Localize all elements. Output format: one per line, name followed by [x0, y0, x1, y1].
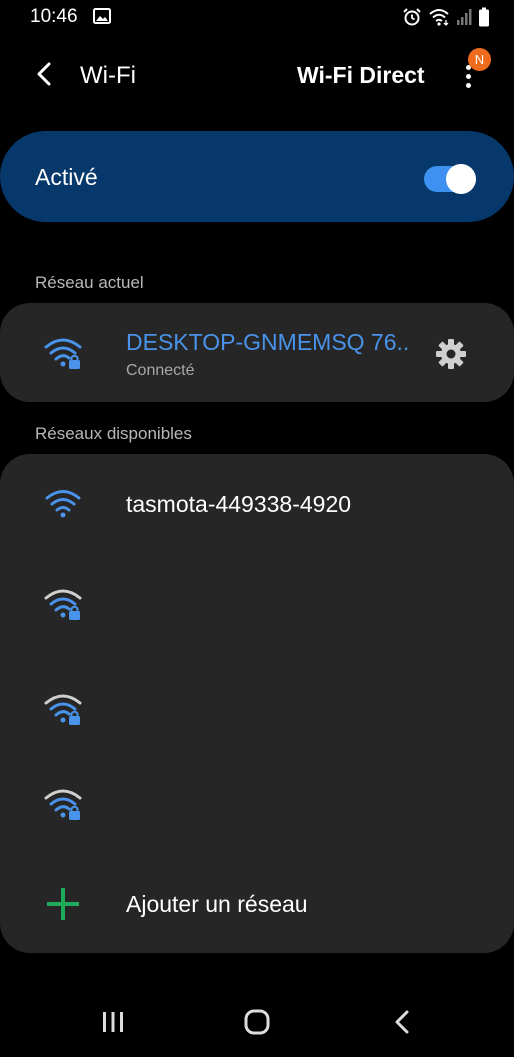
add-network-row[interactable]: Ajouter un réseau [0, 854, 514, 954]
more-dot [466, 83, 471, 88]
current-network-status: Connecté [126, 362, 195, 379]
recent-apps-icon [100, 1010, 126, 1039]
network-row-2[interactable] [0, 554, 514, 654]
battery-icon [478, 7, 490, 32]
wifi-secured-icon [44, 336, 82, 370]
network-row-3[interactable] [0, 659, 514, 759]
chevron-left-icon [34, 61, 54, 92]
wifi-open-icon [44, 487, 82, 521]
page-title: Wi-Fi [80, 62, 136, 89]
network-row-4[interactable] [0, 754, 514, 854]
available-networks-card: tasmota-449338-4920 Ajouter un réseau [0, 454, 514, 953]
back-button[interactable] [26, 58, 62, 94]
app-header: Wi-Fi Wi-Fi Direct [0, 44, 514, 108]
signal-icon [456, 8, 472, 31]
notification-badge: N [468, 48, 491, 71]
status-bar: 10:46 [0, 0, 514, 36]
more-dot [466, 74, 471, 79]
wifi-secured-icon [44, 692, 82, 726]
add-network-label: Ajouter un réseau [126, 891, 308, 917]
recent-apps-button[interactable] [89, 1004, 137, 1044]
back-nav-icon [392, 1009, 412, 1040]
home-button[interactable] [233, 1004, 281, 1044]
navigation-bar [0, 990, 514, 1057]
wifi-secured-icon [44, 787, 82, 821]
image-icon [93, 8, 111, 29]
section-label-current: Réseau actuel [35, 273, 144, 292]
wifi-direct-button[interactable]: Wi-Fi Direct [297, 62, 425, 89]
wifi-secured-icon [44, 587, 82, 621]
alarm-icon [402, 7, 422, 32]
network-name: tasmota-449338-4920 [126, 491, 352, 517]
network-row-1[interactable]: tasmota-449338-4920 [0, 454, 514, 554]
home-icon [243, 1008, 271, 1041]
status-icons [402, 7, 490, 32]
section-label-available: Réseaux disponibles [35, 424, 192, 443]
status-time: 10:46 [30, 6, 78, 27]
gear-icon[interactable] [434, 337, 468, 371]
plus-icon [46, 887, 84, 921]
wifi-status-icon [428, 8, 450, 31]
current-network-name: DESKTOP-GNMEMSQ 76.. [126, 329, 410, 355]
back-nav-button[interactable] [378, 1004, 426, 1044]
switch-knob [446, 164, 476, 194]
toggle-label: Activé [35, 164, 98, 190]
